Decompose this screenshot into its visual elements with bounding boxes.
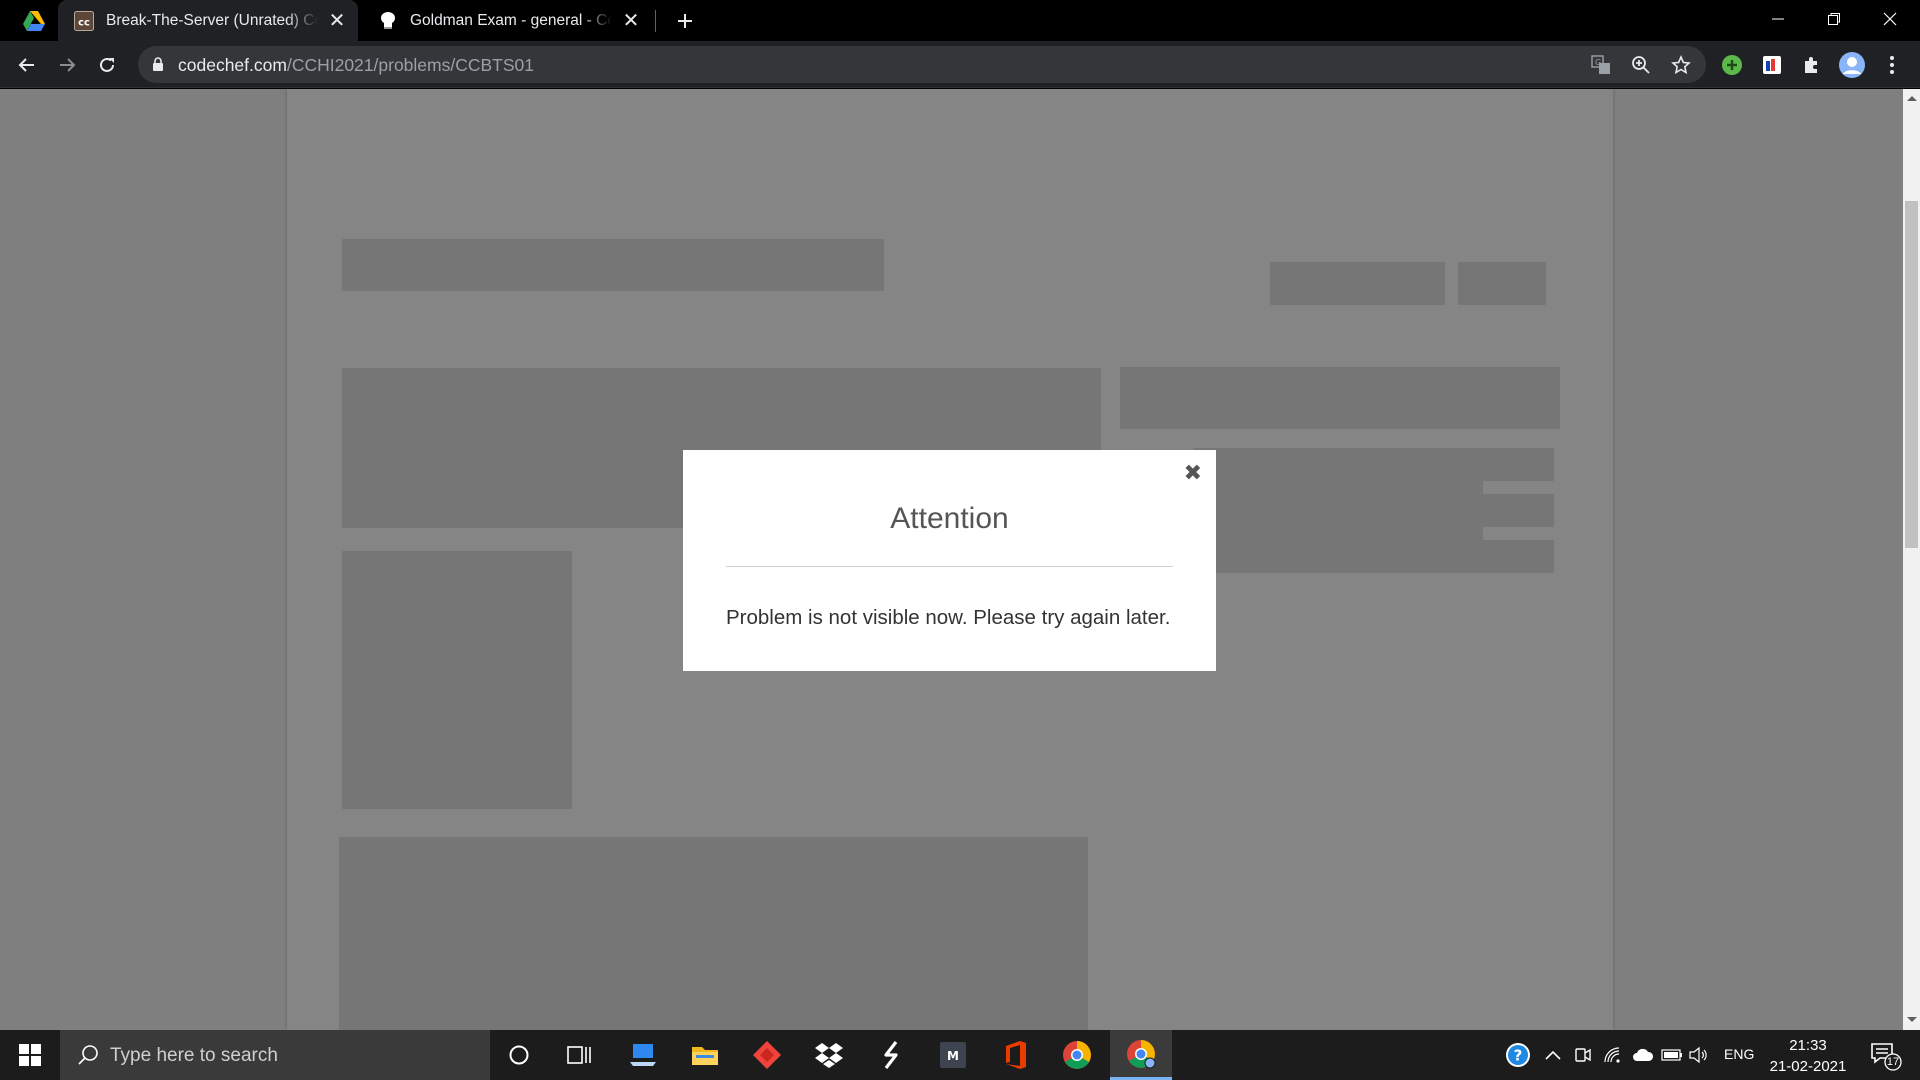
- monitor-app-icon[interactable]: M: [924, 1030, 982, 1080]
- office-icon[interactable]: [986, 1030, 1044, 1080]
- modal-close-icon[interactable]: ✖: [1184, 462, 1202, 484]
- codechef-cc-icon: cc: [74, 10, 94, 31]
- scroll-down-icon[interactable]: [1907, 1017, 1917, 1022]
- scroll-up-icon[interactable]: [1907, 96, 1917, 101]
- clock-date: 21-02-2021: [1769, 1058, 1847, 1075]
- bookmark-star-icon[interactable]: [1668, 52, 1694, 78]
- chrome-profile-icon[interactable]: [1110, 1030, 1172, 1080]
- modal-message: Problem is not visible now. Please try a…: [726, 606, 1171, 629]
- profile-avatar[interactable]: [1836, 49, 1868, 81]
- back-icon[interactable]: [11, 49, 43, 81]
- file-explorer-icon[interactable]: [676, 1030, 734, 1080]
- clock-time: 21:33: [1789, 1037, 1827, 1054]
- tab-strip: cc Break-The-Server (Unrated) Coding ✕ G…: [0, 0, 1920, 41]
- restore-icon[interactable]: [1806, 0, 1862, 38]
- tab-close-icon[interactable]: ✕: [324, 8, 350, 34]
- scroll-thumb[interactable]: [1905, 201, 1918, 548]
- battery-icon[interactable]: [1659, 1042, 1685, 1068]
- onedrive-icon[interactable]: [1630, 1042, 1656, 1068]
- system-clock[interactable]: 21:33 21-02-2021: [1760, 1035, 1856, 1077]
- dropbox-icon[interactable]: [800, 1030, 858, 1080]
- svg-text:G: G: [1595, 58, 1601, 67]
- help-icon[interactable]: ?: [1505, 1042, 1531, 1068]
- taskbar-search-box[interactable]: Type here to search: [60, 1030, 490, 1080]
- browser-toolbar: codechef.com/CCHI2021/problems/CCBTS01 G: [0, 41, 1920, 88]
- anydesk-icon[interactable]: [738, 1030, 796, 1080]
- tab-goldman-exam[interactable]: Goldman Exam - general - CodeC ✕: [362, 0, 652, 41]
- attention-modal: ✖ Attention Problem is not visible now. …: [683, 450, 1216, 671]
- search-icon: [76, 1043, 100, 1072]
- cortana-icon[interactable]: [490, 1030, 548, 1080]
- sublime-s-icon[interactable]: [862, 1030, 920, 1080]
- url-text: codechef.com/CCHI2021/problems/CCBTS01: [178, 55, 534, 75]
- volume-icon[interactable]: [1686, 1042, 1712, 1068]
- reload-icon[interactable]: [91, 49, 123, 81]
- action-center-icon[interactable]: 17: [1868, 1040, 1904, 1072]
- zoom-icon[interactable]: [1628, 52, 1654, 78]
- lock-icon[interactable]: [152, 57, 164, 77]
- translate-icon[interactable]: G: [1588, 52, 1614, 78]
- tab-close-icon[interactable]: ✕: [618, 8, 644, 34]
- svg-text:cc: cc: [78, 17, 90, 28]
- extension-plus-icon[interactable]: [1716, 49, 1748, 81]
- chrome-menu-icon[interactable]: [1876, 49, 1908, 81]
- chef-hat-icon: [378, 11, 398, 31]
- windows-taskbar: Type here to search M ? ENG 21:33 21-02-…: [0, 1030, 1920, 1080]
- chevron-up-icon[interactable]: [1540, 1042, 1566, 1068]
- forward-icon[interactable]: [51, 49, 83, 81]
- page-scrollbar[interactable]: [1903, 89, 1920, 1030]
- chrome-icon[interactable]: [1048, 1030, 1106, 1080]
- tab-title: Goldman Exam - general - CodeC: [410, 11, 612, 29]
- tab-break-the-server[interactable]: cc Break-The-Server (Unrated) Coding ✕: [58, 0, 358, 41]
- extension-flag-icon[interactable]: [1756, 49, 1788, 81]
- app-laptop-icon[interactable]: [614, 1030, 672, 1080]
- modal-divider: [726, 566, 1173, 567]
- tab-separator: [655, 10, 656, 32]
- extensions-puzzle-icon[interactable]: [1796, 49, 1828, 81]
- meet-now-icon[interactable]: [1570, 1042, 1596, 1068]
- close-window-icon[interactable]: [1862, 0, 1918, 38]
- svg-text:?: ?: [1514, 1047, 1523, 1065]
- search-placeholder: Type here to search: [110, 1045, 278, 1066]
- new-tab-icon[interactable]: [670, 6, 700, 36]
- tab-title: Break-The-Server (Unrated) Coding: [106, 11, 318, 29]
- address-bar[interactable]: codechef.com/CCHI2021/problems/CCBTS01 G: [138, 46, 1706, 83]
- minimize-icon[interactable]: [1750, 0, 1806, 38]
- task-view-icon[interactable]: [550, 1030, 608, 1080]
- google-drive-icon[interactable]: [22, 10, 46, 32]
- language-indicator[interactable]: ENG: [1724, 1046, 1754, 1062]
- modal-title: Attention: [890, 502, 1009, 535]
- svg-text:M: M: [947, 1049, 959, 1063]
- windows-start-icon[interactable]: [0, 1030, 60, 1080]
- notification-count: 17: [1886, 1056, 1900, 1068]
- wifi-icon[interactable]: [1600, 1042, 1626, 1068]
